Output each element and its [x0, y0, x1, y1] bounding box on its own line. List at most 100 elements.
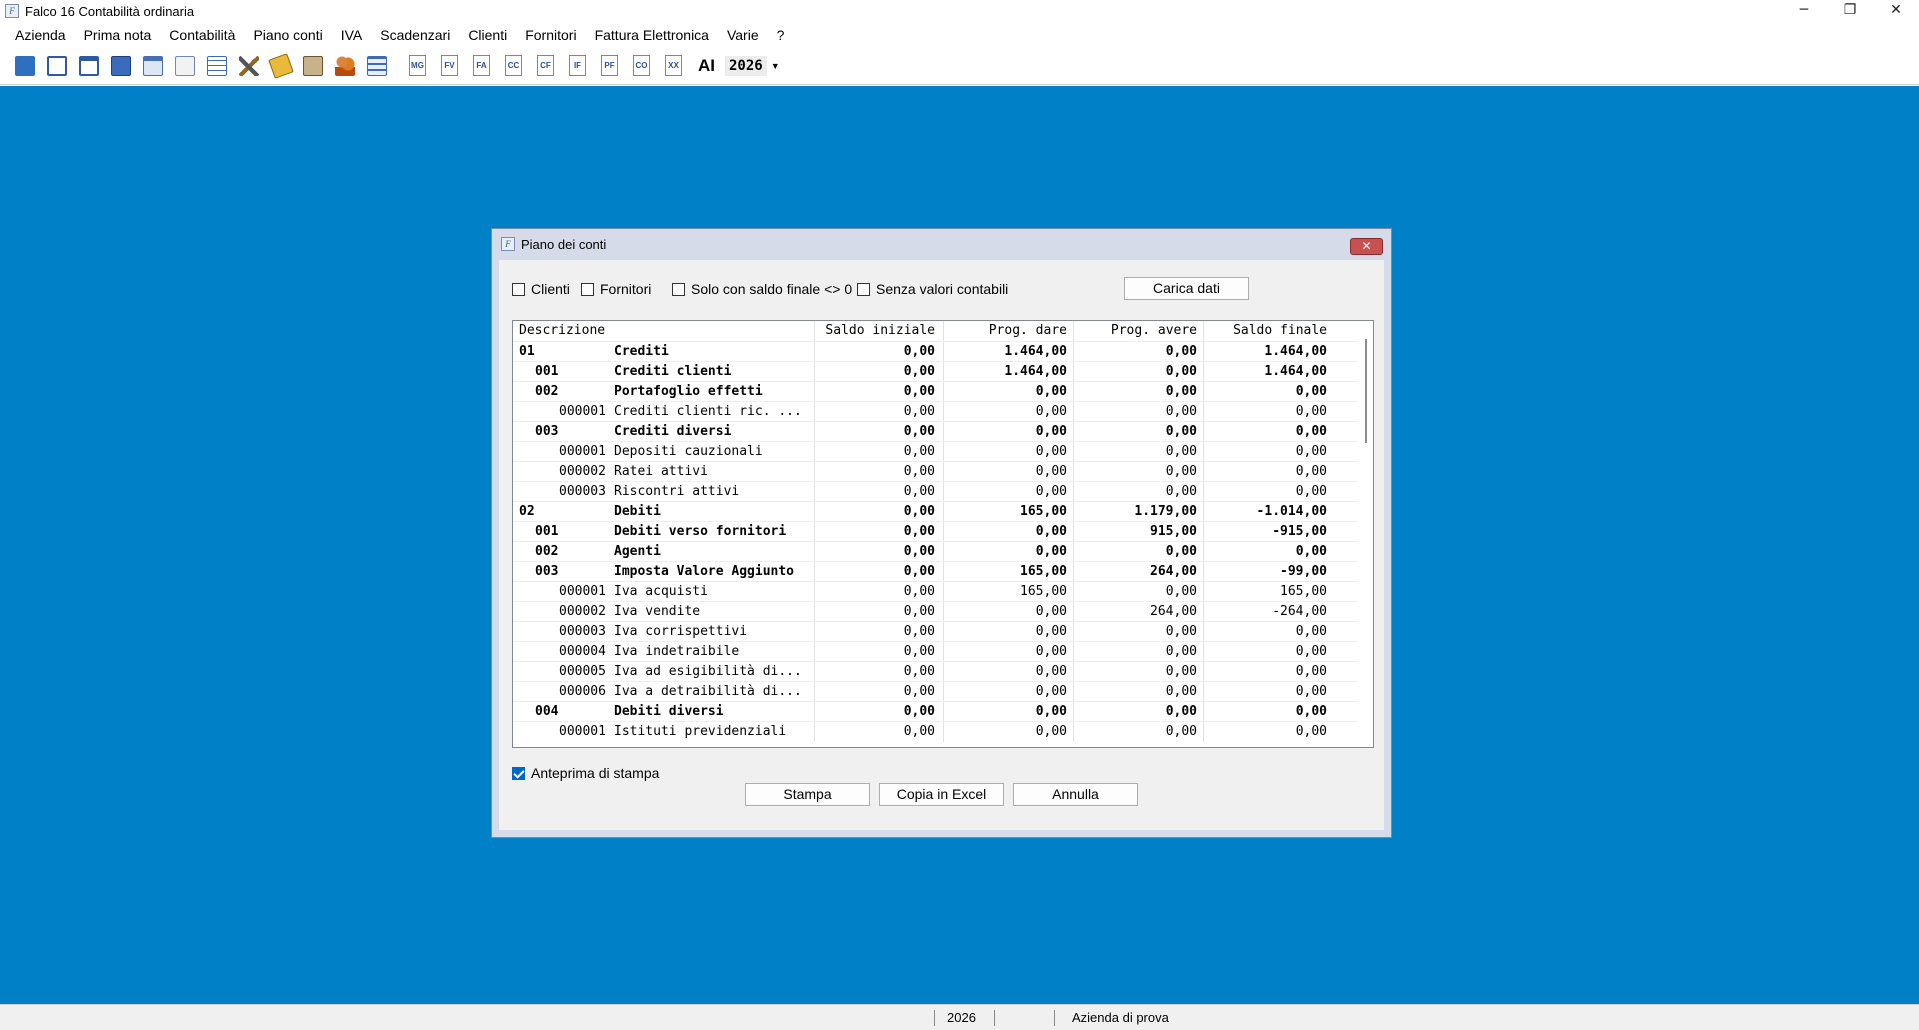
minimize-button[interactable]: ─: [1781, 0, 1827, 22]
table-row[interactable]: 001 Crediti clienti 0,00 1.464,00 0,00 1.464,…: [513, 361, 1358, 382]
saldo-iniziale-cell: 0,00: [814, 342, 941, 362]
account-name: Depositi cauzionali: [614, 444, 763, 459]
year-dropdown-icon[interactable]: ▼: [771, 61, 780, 71]
archive-icon[interactable]: [268, 53, 294, 79]
status-separator: [934, 1010, 935, 1026]
clienti-checkbox-box[interactable]: [512, 282, 525, 296]
scrollbar-thumb[interactable]: [1365, 339, 1367, 443]
menu-clienti[interactable]: Clienti: [459, 22, 516, 48]
table-row[interactable]: 02 Debiti 0,00 165,00 1.179,00 -1.014,00: [513, 501, 1358, 522]
xx-icon[interactable]: XX: [660, 53, 686, 79]
prog-dare-cell: 0,00: [943, 662, 1073, 682]
menu-piano-conti[interactable]: Piano conti: [244, 22, 331, 48]
account-name: Crediti diversi: [614, 424, 732, 439]
table-row[interactable]: 000002 Ratei attivi 0,00 0,00 0,00 0,00: [513, 461, 1358, 482]
saldo-iniziale-cell: 0,00: [814, 582, 941, 602]
table-row[interactable]: 000001 Istituti previdenziali 0,00 0,00 0,00…: [513, 721, 1358, 742]
account-code: 002: [535, 384, 559, 399]
account-description: 001 Crediti clienti: [519, 362, 813, 382]
fv-icon[interactable]: FV: [436, 53, 462, 79]
table-row[interactable]: 000003 Riscontri attivi 0,00 0,00 0,00 0,00: [513, 481, 1358, 502]
co-icon[interactable]: CO: [628, 53, 654, 79]
table-row[interactable]: 000001 Depositi cauzionali 0,00 0,00 0,00 0,0…: [513, 441, 1358, 462]
prog-avere-cell: 0,00: [1073, 662, 1203, 682]
saldo-iniziale-cell: 0,00: [814, 362, 941, 382]
account-name: Crediti: [614, 344, 669, 359]
cf-icon[interactable]: CF: [532, 53, 558, 79]
table-row[interactable]: 000001 Crediti clienti ric. ... 0,00 0,00 0,…: [513, 401, 1358, 422]
ai-button[interactable]: AI: [698, 56, 715, 76]
tools-icon[interactable]: [236, 53, 262, 79]
prog-dare-cell: 0,00: [943, 642, 1073, 662]
carica-dati-button[interactable]: Carica dati: [1124, 277, 1249, 300]
fa-icon[interactable]: FA: [468, 53, 494, 79]
menu-help[interactable]: ?: [768, 22, 794, 48]
anteprima-checkbox-box[interactable]: [512, 766, 525, 780]
windows-icon[interactable]: [44, 53, 70, 79]
prog-dare-cell: 165,00: [943, 582, 1073, 602]
close-button[interactable]: ✕: [1873, 0, 1919, 22]
saldo-finale-cell: -1.014,00: [1203, 502, 1333, 522]
if-icon[interactable]: IF: [564, 53, 590, 79]
year-selector[interactable]: 2026: [725, 56, 767, 76]
col-saldo-iniziale[interactable]: Saldo iniziale: [814, 321, 941, 341]
col-prog-dare[interactable]: Prog. dare: [943, 321, 1073, 341]
dialog-close-button[interactable]: ✕: [1350, 238, 1383, 255]
table-row[interactable]: 000003 Iva corrispettivi 0,00 0,00 0,00 0,00: [513, 621, 1358, 642]
menu-fornitori[interactable]: Fornitori: [516, 22, 585, 48]
table-row[interactable]: 000004 Iva indetraibile 0,00 0,00 0,00 0,00: [513, 641, 1358, 662]
address-book-icon[interactable]: [300, 53, 326, 79]
list-icon[interactable]: [364, 53, 390, 79]
table-row[interactable]: 001 Debiti verso fornitori 0,00 0,00 915,00-…: [513, 521, 1358, 542]
stampa-button[interactable]: Stampa: [745, 783, 870, 806]
users-icon[interactable]: [332, 53, 358, 79]
senza-valori-checkbox[interactable]: Senza valori contabili: [857, 281, 1008, 297]
menu-varie[interactable]: Varie: [718, 22, 768, 48]
table-row[interactable]: 000001 Iva acquisti 0,00 165,00 0,00 165,00: [513, 581, 1358, 602]
clienti-checkbox[interactable]: Clienti: [512, 281, 570, 297]
pf-icon[interactable]: PF: [596, 53, 622, 79]
senza-valori-checkbox-box[interactable]: [857, 282, 870, 296]
calculator-icon[interactable]: [108, 53, 134, 79]
exit-icon[interactable]: [12, 53, 38, 79]
saldo-finale-cell: -915,00: [1203, 522, 1333, 542]
table-row[interactable]: 002 Agenti 0,00 0,00 0,00 0,00: [513, 541, 1358, 562]
anteprima-checkbox[interactable]: Anteprima di stampa: [512, 765, 659, 781]
annulla-button[interactable]: Annulla: [1013, 783, 1138, 806]
menu-fattura-elettronica[interactable]: Fattura Elettronica: [586, 22, 718, 48]
table-row[interactable]: 003 Crediti diversi 0,00 0,00 0,00 0,00: [513, 421, 1358, 442]
fornitori-checkbox[interactable]: Fornitori: [581, 281, 651, 297]
restore-button[interactable]: ❐: [1827, 0, 1873, 22]
col-saldo-finale[interactable]: Saldo finale: [1203, 321, 1333, 341]
table-row[interactable]: 002 Portafoglio effetti 0,00 0,00 0,00 0,00: [513, 381, 1358, 402]
table-row[interactable]: 003 Imposta Valore Aggiunto 0,00 165,00 264,…: [513, 561, 1358, 582]
grid-scrollbar[interactable]: [1358, 321, 1373, 747]
account-code: 000001: [559, 584, 606, 599]
calendar-icon[interactable]: [140, 53, 166, 79]
menu-scadenzari[interactable]: Scadenzari: [371, 22, 459, 48]
table-row[interactable]: 000005 Iva ad esigibilità di... 0,00 0,00 0,…: [513, 661, 1358, 682]
table-row[interactable]: 01 Crediti 0,00 1.464,00 0,00 1.464,00: [513, 341, 1358, 362]
agenda-icon[interactable]: [172, 53, 198, 79]
col-prog-avere[interactable]: Prog. avere: [1073, 321, 1203, 341]
menu-iva[interactable]: IVA: [332, 22, 372, 48]
prog-dare-cell: 0,00: [943, 422, 1073, 442]
mg-icon[interactable]: MG: [404, 53, 430, 79]
col-descrizione[interactable]: Descrizione: [519, 321, 813, 341]
account-description: 003 Imposta Valore Aggiunto: [519, 562, 813, 582]
table-row[interactable]: 000006 Iva a detraibilità di... 0,00 0,00 0,…: [513, 681, 1358, 702]
saldo-finale-cell: 0,00: [1203, 702, 1333, 722]
saldo-finale-checkbox[interactable]: Solo con saldo finale <> 0: [672, 281, 852, 297]
saldo-finale-checkbox-box[interactable]: [672, 282, 685, 296]
table-row[interactable]: 004 Debiti diversi 0,00 0,00 0,00 0,00: [513, 701, 1358, 722]
fornitori-checkbox-box[interactable]: [581, 282, 594, 296]
close-window-icon[interactable]: [76, 53, 102, 79]
table-row[interactable]: 000002 Iva vendite 0,00 0,00 264,00 -264,00: [513, 601, 1358, 622]
menu-contabilita[interactable]: Contabilità: [160, 22, 244, 48]
cc-icon[interactable]: CC: [500, 53, 526, 79]
menu-prima-nota[interactable]: Prima nota: [75, 22, 161, 48]
saldo-iniziale-cell: 0,00: [814, 382, 941, 402]
copia-excel-button[interactable]: Copia in Excel: [879, 783, 1004, 806]
menu-azienda[interactable]: Azienda: [6, 22, 75, 48]
table-icon[interactable]: [204, 53, 230, 79]
